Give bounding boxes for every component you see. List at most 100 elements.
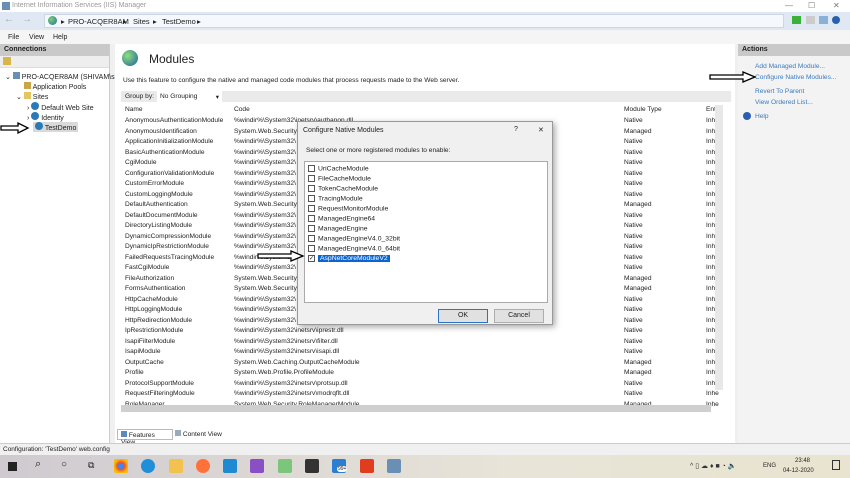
- connect-icon[interactable]: [3, 57, 11, 65]
- module-checkbox-item[interactable]: ManagedEngine: [308, 225, 546, 235]
- module-checkbox-item[interactable]: TokenCacheModule: [308, 185, 546, 195]
- chrome-icon[interactable]: [114, 459, 128, 473]
- checkbox[interactable]: [308, 195, 315, 202]
- task-view-icon[interactable]: ⧉: [88, 460, 94, 471]
- module-label: UriCacheModule: [318, 165, 369, 173]
- table-row[interactable]: RequestFilteringModule %windir%\System32…: [125, 390, 725, 401]
- action-configure-native-modules[interactable]: Configure Native Modules...: [755, 74, 836, 81]
- iis-taskbar-icon[interactable]: [387, 459, 401, 473]
- module-type: Native: [624, 138, 643, 145]
- module-label: FileCacheModule: [318, 175, 371, 183]
- horizontal-scrollbar[interactable]: [121, 405, 711, 412]
- notifications-icon[interactable]: [832, 460, 840, 470]
- group-by-select[interactable]: No Grouping ▾: [157, 91, 222, 102]
- module-label: ManagedEngine: [318, 225, 368, 233]
- tree-item-testdemo[interactable]: TestDemo: [33, 122, 79, 132]
- checkbox[interactable]: [308, 165, 315, 172]
- search-icon[interactable]: ⌕: [35, 458, 41, 471]
- toolbar-refresh-icon[interactable]: [819, 16, 828, 24]
- checkbox[interactable]: [308, 245, 315, 252]
- checkbox[interactable]: [308, 225, 315, 232]
- action-add-managed-module[interactable]: Add Managed Module...: [755, 63, 825, 70]
- table-row[interactable]: IsapiFilterModule %windir%\System32\inet…: [125, 338, 725, 349]
- checkbox[interactable]: [308, 235, 315, 242]
- breadcrumb-testdemo[interactable]: TestDemo: [162, 17, 196, 26]
- table-row[interactable]: Profile System.Web.Profile.ProfileModule…: [125, 369, 725, 380]
- office-icon[interactable]: [360, 459, 374, 473]
- toolbar-go-icon[interactable]: [792, 16, 801, 24]
- module-checkbox-item[interactable]: UriCacheModule: [308, 165, 546, 175]
- table-row[interactable]: IsapiModule %windir%\System32\inetsrv\is…: [125, 348, 725, 359]
- action-help[interactable]: Help: [755, 113, 769, 120]
- module-name: OutputCache: [125, 358, 164, 366]
- menu-view[interactable]: View: [29, 34, 44, 41]
- visual-studio-icon[interactable]: [250, 459, 264, 473]
- module-checkbox-item[interactable]: FileCacheModule: [308, 175, 546, 185]
- windows-start-icon[interactable]: [8, 462, 17, 471]
- tree-item-identity[interactable]: › Identity: [27, 112, 64, 122]
- vscode-icon[interactable]: [223, 459, 237, 473]
- table-row[interactable]: IpRestrictionModule %windir%\System32\in…: [125, 327, 725, 338]
- menu-file[interactable]: File: [8, 34, 19, 41]
- forward-button[interactable]: →: [22, 14, 32, 25]
- clock-date[interactable]: 04-12-2020: [783, 468, 814, 474]
- dialog-close-button[interactable]: ✕: [538, 126, 544, 134]
- column-header-code[interactable]: Code: [234, 106, 250, 113]
- module-checkbox-item[interactable]: RequestMonitorModule: [308, 205, 546, 215]
- back-button[interactable]: ←: [4, 14, 14, 25]
- module-checkbox-item[interactable]: ManagedEngineV4.0_64bit: [308, 245, 546, 255]
- table-row[interactable]: OutputCache System.Web.Caching.OutputCac…: [125, 359, 725, 370]
- module-name: FormsAuthentication: [125, 285, 186, 292]
- checkbox[interactable]: [308, 215, 315, 222]
- module-checkbox-item[interactable]: ManagedEngineV4.0_32bit: [308, 235, 546, 245]
- checkbox[interactable]: [308, 185, 315, 192]
- cortana-icon[interactable]: ○: [61, 459, 67, 470]
- module-type: Native: [624, 243, 643, 250]
- table-row[interactable]: ProtocolSupportModule %windir%\System32\…: [125, 380, 725, 391]
- app-icon[interactable]: [278, 459, 292, 473]
- module-name: CustomErrorModule: [125, 180, 184, 187]
- tab-features-view[interactable]: Features View: [117, 429, 173, 446]
- file-explorer-icon[interactable]: [169, 459, 183, 473]
- breadcrumb-sites[interactable]: Sites: [133, 17, 150, 26]
- page-title: Modules: [149, 52, 195, 66]
- dialog-help-button[interactable]: ?: [514, 126, 518, 133]
- tree-item-default-web-site[interactable]: › Default Web Site: [27, 102, 94, 112]
- breadcrumb-server[interactable]: PRO-ACQER8AM: [68, 17, 129, 26]
- checkbox[interactable]: [308, 175, 315, 182]
- vertical-scrollbar[interactable]: [715, 105, 723, 390]
- configure-native-modules-dialog: Configure Native Modules ? ✕ Select one …: [297, 121, 553, 325]
- module-name: IpRestrictionModule: [125, 327, 184, 334]
- modules-checklist[interactable]: UriCacheModule FileCacheModule TokenCacheM…: [304, 161, 548, 303]
- language-indicator[interactable]: ENG: [763, 463, 776, 469]
- ok-button[interactable]: OK: [438, 309, 488, 323]
- action-revert-to-parent[interactable]: Revert To Parent: [755, 88, 804, 95]
- help-icon[interactable]: [832, 16, 840, 24]
- module-checkbox-item[interactable]: ✓ AspNetCoreModuleV2: [308, 255, 546, 265]
- tree-item-server[interactable]: ⌄ PRO-ACQER8AM (SHIVAM\sh: [5, 72, 118, 81]
- clock-time[interactable]: 23:48: [795, 458, 810, 464]
- toolbar-stop-icon[interactable]: [806, 16, 815, 24]
- tab-content-view[interactable]: Content View: [175, 430, 222, 438]
- module-type: Native: [624, 169, 643, 177]
- module-checkbox-item[interactable]: TracingModule: [308, 195, 546, 205]
- column-header-name[interactable]: Name: [125, 106, 143, 113]
- minimize-button[interactable]: —: [785, 1, 793, 10]
- tree-item-sites[interactable]: ⌄ Sites: [16, 92, 48, 101]
- maximize-button[interactable]: ☐: [808, 1, 815, 10]
- tree-item-app-pools[interactable]: Application Pools: [24, 82, 86, 91]
- column-header-module-type[interactable]: Module Type: [624, 106, 662, 113]
- system-tray-icons[interactable]: ^ ▯ ☁ ♦ ■ ◔ 🔈: [690, 462, 737, 470]
- breadcrumb-sep: ▸: [123, 17, 127, 26]
- module-checkbox-item[interactable]: ManagedEngine64: [308, 215, 546, 225]
- module-name: HttpRedirectionModule: [125, 316, 193, 324]
- menu-help[interactable]: Help: [53, 34, 67, 41]
- close-button[interactable]: ✕: [833, 1, 840, 10]
- edge-icon[interactable]: [141, 459, 155, 473]
- checkbox[interactable]: [308, 205, 315, 212]
- cancel-button[interactable]: Cancel: [494, 309, 544, 323]
- action-view-ordered-list[interactable]: View Ordered List...: [755, 99, 813, 106]
- store-icon[interactable]: [305, 459, 319, 473]
- checkbox[interactable]: ✓: [308, 255, 315, 262]
- firefox-icon[interactable]: [196, 459, 210, 473]
